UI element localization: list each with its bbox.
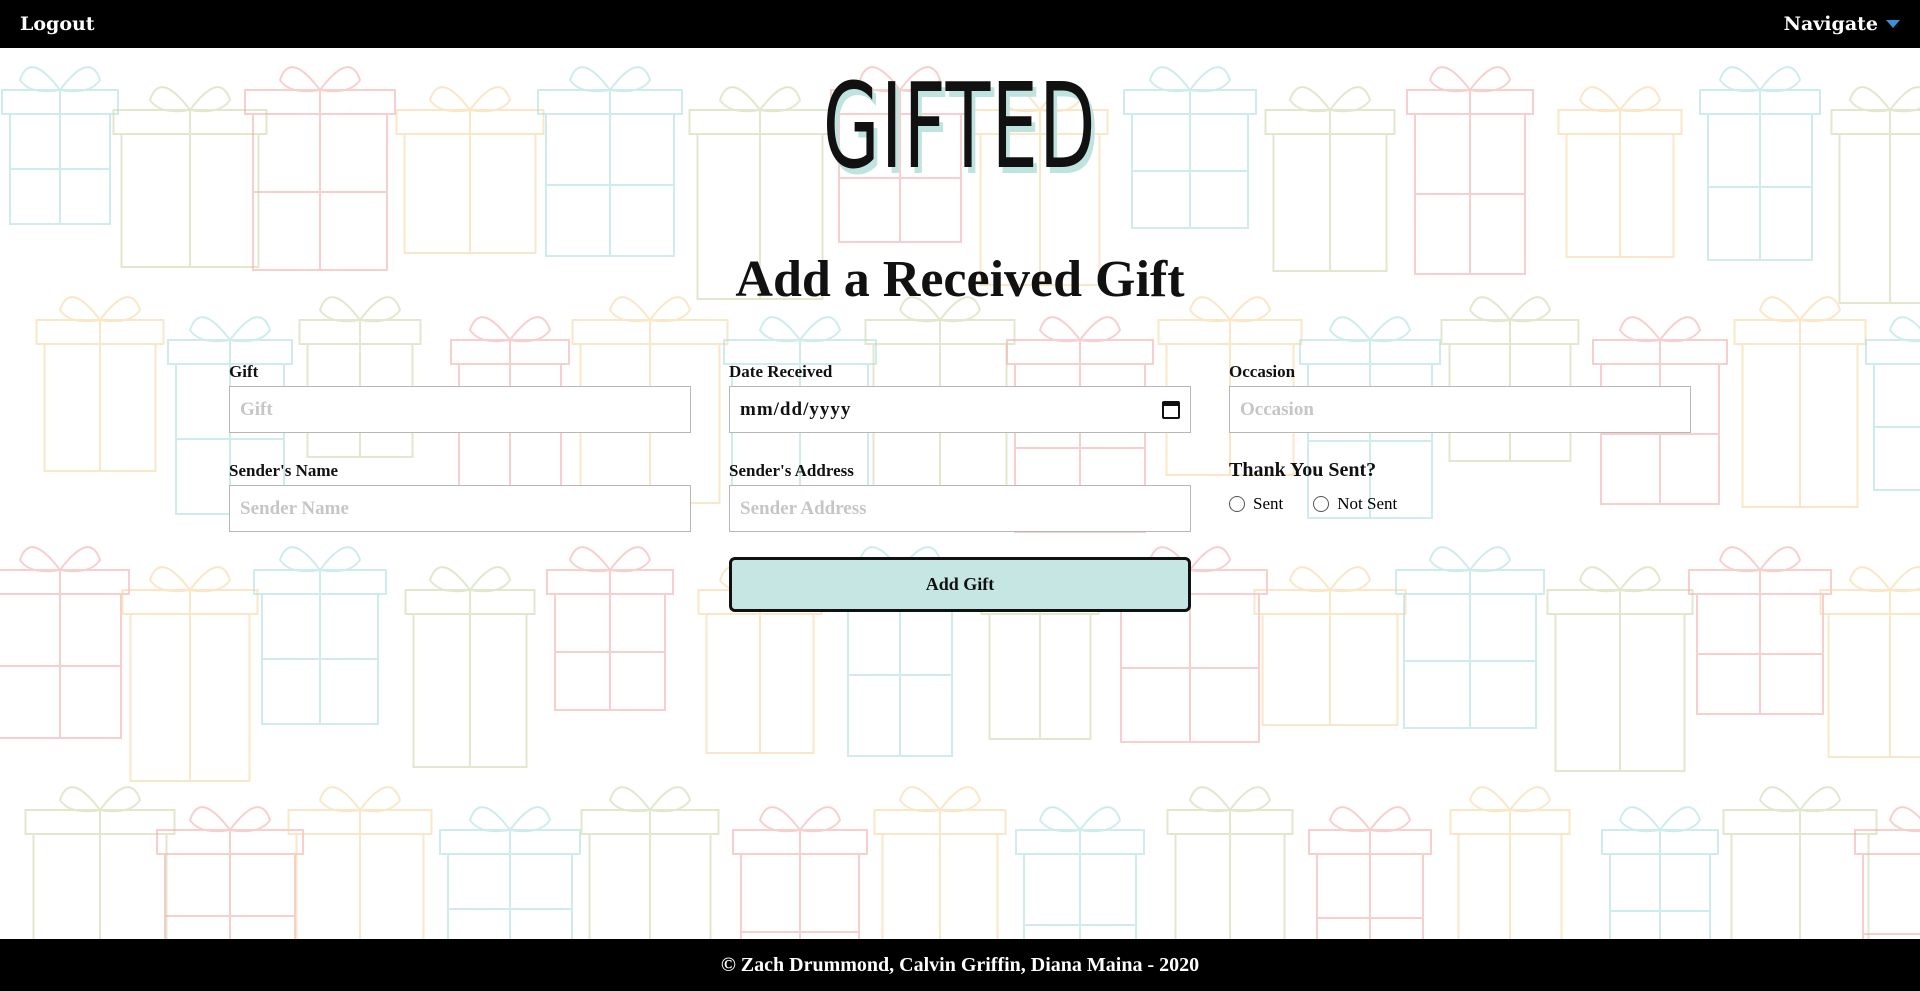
gift-box-drawing <box>1395 546 1545 729</box>
occasion-label: Occasion <box>1229 362 1296 381</box>
date-received-label: Date Received <box>729 362 833 381</box>
sender-name-field-group: Sender's Name <box>229 461 691 532</box>
thank-you-field-group: Thank You Sent? Sent Not Sent <box>1229 459 1419 514</box>
footer-copyright: © Zach Drummond, Calvin Griffin, Diana M… <box>720 953 1200 976</box>
gift-box-drawing <box>1688 546 1832 715</box>
gift-box-drawing <box>35 296 165 472</box>
gift-box-drawing <box>546 546 674 711</box>
calendar-icon[interactable] <box>1162 400 1180 419</box>
date-received-input[interactable]: mm/dd/yyyy <box>729 386 1191 433</box>
occasion-field-group: Occasion <box>1229 362 1691 433</box>
logo: GIFTED <box>0 57 1920 195</box>
occasion-input[interactable] <box>1229 386 1691 433</box>
logo-text: GIFTED <box>823 57 1097 195</box>
gift-box-drawing <box>0 546 130 739</box>
page-title: Add a Received Gift <box>735 251 1185 308</box>
gift-box-drawing <box>404 566 536 768</box>
gift-box-drawing <box>1733 296 1867 508</box>
gift-box-drawing <box>873 786 1007 954</box>
date-received-value: mm/dd/yyyy <box>740 398 852 420</box>
gift-label: Gift <box>229 362 259 381</box>
gift-box-drawing <box>253 546 387 725</box>
add-gift-button[interactable]: Add Gift <box>729 557 1191 612</box>
logout-link[interactable]: Logout <box>20 13 95 35</box>
sender-name-input[interactable] <box>229 485 691 532</box>
gift-box-drawing <box>1253 566 1407 726</box>
page: Logout Navigate GIFTED Add a Received Gi… <box>0 0 1920 991</box>
gift-field-group: Gift <box>229 362 691 433</box>
gift-box-drawing <box>121 566 259 782</box>
sent-radio-label[interactable]: Sent <box>1253 494 1283 514</box>
date-received-field-group: Date Received mm/dd/yyyy <box>729 362 1191 433</box>
gift-box-drawing <box>1819 566 1920 758</box>
gift-input[interactable] <box>229 386 691 433</box>
navigate-label: Navigate <box>1783 13 1878 35</box>
thank-you-radio-group: Sent Not Sent <box>1229 494 1419 514</box>
sender-address-label: Sender's Address <box>729 461 854 480</box>
not-sent-radio[interactable] <box>1313 496 1330 512</box>
thank-you-label: Thank You Sent? <box>1229 459 1377 481</box>
footer: © Zach Drummond, Calvin Griffin, Diana M… <box>0 939 1920 991</box>
sender-name-label: Sender's Name <box>229 461 339 480</box>
gift-box-drawing <box>1546 566 1694 772</box>
not-sent-radio-label[interactable]: Not Sent <box>1337 494 1397 514</box>
navigate-dropdown[interactable]: Navigate <box>1784 13 1900 35</box>
sent-radio[interactable] <box>1229 496 1245 512</box>
sender-address-input[interactable] <box>729 485 1191 532</box>
sender-address-field-group: Sender's Address <box>729 461 1191 532</box>
top-navbar: Logout Navigate <box>0 0 1920 48</box>
gift-box-drawing <box>1865 316 1920 491</box>
chevron-down-icon <box>1886 20 1900 28</box>
